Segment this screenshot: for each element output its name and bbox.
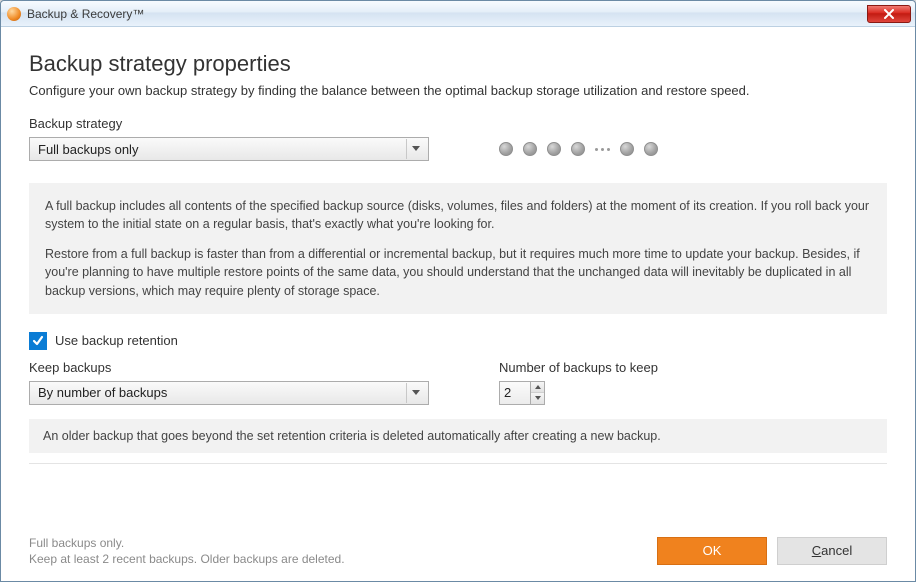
- divider: [29, 463, 887, 464]
- page-title: Backup strategy properties: [29, 51, 887, 77]
- chevron-up-icon: [535, 385, 541, 389]
- summary-line: Keep at least 2 recent backups. Older ba…: [29, 551, 345, 567]
- backup-strategy-selected: Full backups only: [38, 142, 138, 157]
- app-icon: [7, 7, 21, 21]
- number-to-keep-input[interactable]: [499, 381, 531, 405]
- footer: Full backups only. Keep at least 2 recen…: [29, 535, 887, 567]
- use-retention-checkbox[interactable]: [29, 332, 47, 350]
- use-retention-label: Use backup retention: [55, 333, 178, 348]
- dot-icon: [644, 142, 658, 156]
- dot-icon: [499, 142, 513, 156]
- titlebar[interactable]: Backup & Recovery™: [1, 1, 915, 27]
- info-paragraph: Restore from a full backup is faster tha…: [45, 245, 871, 299]
- summary-text: Full backups only. Keep at least 2 recen…: [29, 535, 345, 567]
- chevron-down-icon: [406, 139, 424, 159]
- dot-icon: [620, 142, 634, 156]
- keep-backups-dropdown[interactable]: By number of backups: [29, 381, 429, 405]
- use-retention-row[interactable]: Use backup retention: [29, 332, 887, 350]
- window-close-button[interactable]: [867, 5, 911, 23]
- keep-backups-label: Keep backups: [29, 360, 429, 375]
- app-window: Backup & Recovery™ Backup strategy prope…: [0, 0, 916, 582]
- info-paragraph: A full backup includes all contents of t…: [45, 197, 871, 233]
- retention-note: An older backup that goes beyond the set…: [29, 419, 887, 453]
- ok-button[interactable]: OK: [657, 537, 767, 565]
- number-to-keep-stepper[interactable]: [499, 381, 658, 405]
- dot-icon: [523, 142, 537, 156]
- ok-button-label: OK: [703, 543, 722, 558]
- dot-icon: [571, 142, 585, 156]
- cancel-button[interactable]: Cancel: [777, 537, 887, 565]
- strategy-visual: [499, 142, 658, 156]
- close-icon: [884, 9, 894, 19]
- content-area: Backup strategy properties Configure you…: [1, 27, 915, 581]
- strategy-info: A full backup includes all contents of t…: [29, 183, 887, 314]
- number-to-keep-label: Number of backups to keep: [499, 360, 658, 375]
- step-down-button[interactable]: [531, 393, 544, 404]
- ellipsis-icon: [595, 148, 610, 151]
- window-title: Backup & Recovery™: [27, 7, 867, 21]
- cancel-button-label: Cancel: [812, 543, 852, 558]
- page-subtitle: Configure your own backup strategy by fi…: [29, 83, 887, 98]
- backup-strategy-dropdown[interactable]: Full backups only: [29, 137, 429, 161]
- keep-backups-selected: By number of backups: [38, 385, 167, 400]
- backup-strategy-label: Backup strategy: [29, 116, 887, 131]
- chevron-down-icon: [535, 396, 541, 400]
- check-icon: [32, 335, 44, 347]
- step-up-button[interactable]: [531, 382, 544, 393]
- stepper-buttons: [531, 381, 545, 405]
- dot-icon: [547, 142, 561, 156]
- chevron-down-icon: [406, 383, 424, 403]
- summary-line: Full backups only.: [29, 535, 345, 551]
